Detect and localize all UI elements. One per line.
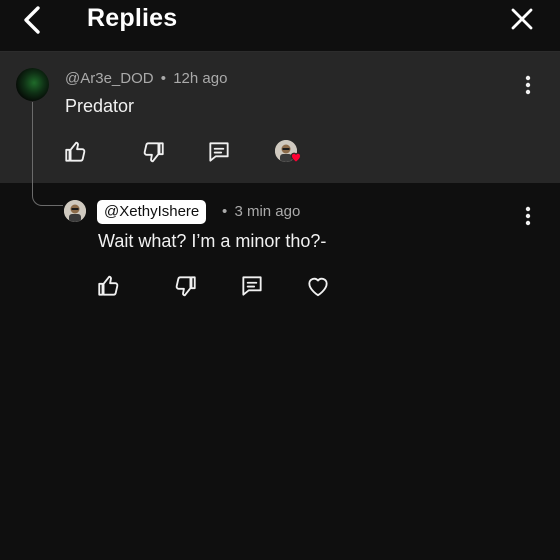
avatar-image [64,200,86,222]
avatar[interactable] [64,200,86,222]
parent-comment-meta: @Ar3e_DOD • 12h ago [65,70,227,87]
creator-heart-badge [289,150,303,164]
thread-connector-line [32,102,63,206]
reply-button[interactable] [206,139,232,165]
like-button[interactable] [96,273,122,299]
dislike-button[interactable] [172,273,198,299]
mention-chip[interactable]: @XethyIshere [97,200,207,224]
close-button[interactable] [506,3,538,35]
comment-time: 3 min ago [234,203,301,220]
reply-meta: • 3 min ago [222,203,300,220]
thumbs-up-icon [98,275,119,296]
meta-separator: • [222,203,228,220]
thumbs-down-icon [143,142,164,163]
chevron-left-icon [24,6,40,34]
avatar[interactable] [16,68,49,101]
reply-button[interactable] [239,273,265,299]
like-button[interactable] [63,139,89,165]
meta-separator: • [160,70,167,87]
back-button[interactable] [16,3,50,37]
heart-icon [290,152,302,163]
thumbs-down-icon [175,276,196,297]
more-vertical-icon [525,75,531,95]
close-icon [511,8,533,30]
comment-time: 12h ago [173,70,228,87]
more-options-button[interactable] [518,204,538,230]
comment-author[interactable]: @Ar3e_DOD [65,70,154,87]
page-title: Replies [87,4,178,32]
heart-button[interactable] [305,273,331,299]
comment-text: Predator [65,96,135,116]
dislike-button[interactable] [140,139,166,165]
comment-icon [209,142,229,162]
thumbs-up-icon [65,141,86,162]
reply-text: Wait what? I’m a minor tho?- [98,231,327,251]
header: Replies [0,0,560,52]
comment-icon [242,276,262,296]
more-options-button[interactable] [518,73,538,99]
heart-icon [308,277,328,297]
more-vertical-icon [525,206,531,226]
